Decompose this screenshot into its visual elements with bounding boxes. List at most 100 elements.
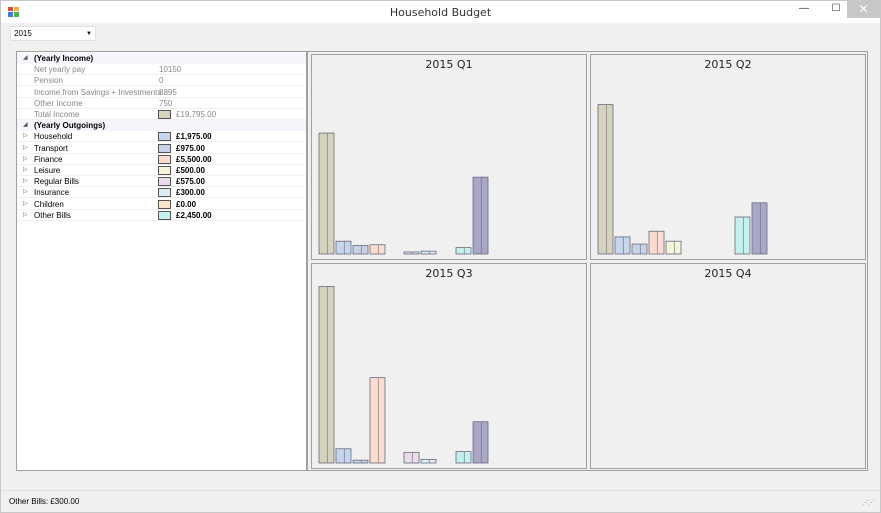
row-value: £1,975.00 (176, 132, 212, 142)
tree-row[interactable]: Net yearly pay 10150 (17, 64, 306, 76)
expand-icon[interactable]: ▷ (23, 155, 28, 162)
row-value: 8895 (159, 87, 177, 97)
bar-household[interactable] (614, 236, 631, 255)
bar-other_bills[interactable] (455, 451, 472, 464)
bar-income[interactable] (318, 132, 335, 255)
minimize-button[interactable]: — (791, 1, 817, 18)
row-value: £575.00 (176, 177, 205, 187)
expand-icon[interactable]: ▷ (23, 132, 28, 139)
close-button[interactable]: ✕ (847, 1, 880, 18)
row-name: Leisure (34, 166, 61, 175)
tree-row[interactable]: ▷ Finance £5,500.00 (17, 154, 306, 165)
row-value: £19,795.00 (176, 110, 217, 119)
bar-regular_bills[interactable] (403, 451, 420, 464)
chart-2: 2015 Q2 (590, 54, 866, 260)
row-value: £500.00 (176, 166, 205, 175)
client-area: 2015 ▼ ◢ (Yearly Income) Net yearly pay 101… (1, 23, 880, 490)
bar-outgoings_total[interactable] (751, 202, 768, 255)
bar-household[interactable] (335, 448, 352, 464)
charts-panel: 2015 Q1 2015 Q2 2015 Q3 2015 Q4 (307, 51, 868, 471)
tree-row[interactable]: ▷ Transport £975.00 (17, 143, 306, 154)
collapse-icon[interactable]: ◢ (23, 121, 28, 128)
bar-household[interactable] (335, 240, 352, 255)
color-swatch (158, 177, 171, 187)
tree-row[interactable]: ▷ Household £1,975.00 (17, 131, 306, 143)
bar-other_bills[interactable] (734, 216, 751, 255)
chevron-down-icon[interactable]: ▼ (86, 31, 92, 37)
row-value: 10150 (159, 65, 182, 75)
row-value: £300.00 (176, 188, 205, 198)
row-value: 750 (159, 98, 173, 108)
bar-outgoings_total[interactable] (472, 421, 489, 464)
expand-icon[interactable]: ▷ (23, 144, 28, 151)
color-swatch (158, 188, 171, 198)
chart-plot (318, 132, 489, 255)
row-name: Insurance (34, 188, 70, 198)
row-value: £2,450.00 (176, 210, 212, 220)
tree-row[interactable]: Total Income £19,795.00 (17, 109, 306, 120)
chart-4: 2015 Q4 (590, 263, 866, 469)
budget-tree: ◢ (Yearly Income) Net yearly pay 10150 Pensi… (16, 51, 307, 471)
tree-row[interactable]: ▷ Children £0.00 (17, 199, 306, 210)
expand-icon[interactable]: ▷ (23, 211, 28, 218)
row-name: Household (34, 132, 73, 142)
color-swatch (158, 143, 171, 153)
row-name: Transport (34, 143, 68, 153)
main-window: Household Budget — ☐ ✕ 2015 ▼ ◢ (Yearly I… (0, 0, 881, 513)
tree-row[interactable]: Other Income 750 (17, 98, 306, 109)
maximize-button[interactable]: ☐ (823, 1, 849, 18)
tree-row[interactable]: ▷ Other Bills £2,450.00 (17, 210, 306, 221)
tree-row[interactable]: ▷ Leisure £500.00 (17, 165, 306, 176)
category-label: (Yearly Outgoings) (34, 121, 106, 131)
color-swatch (158, 210, 171, 220)
row-name: Other Bills (34, 210, 71, 220)
status-bar: Other Bills: £300.00 ⋰⋰ (1, 490, 880, 512)
bar-transport[interactable] (352, 459, 369, 464)
expand-icon[interactable]: ▷ (23, 200, 28, 207)
bar-transport[interactable] (631, 243, 648, 255)
bar-finance[interactable] (648, 230, 665, 255)
title-bar[interactable]: Household Budget — ☐ ✕ (1, 1, 880, 23)
bar-leisure[interactable] (665, 240, 682, 255)
row-name: Net yearly pay (34, 65, 86, 75)
color-swatch (158, 132, 171, 142)
expand-icon[interactable]: ▷ (23, 166, 28, 173)
row-name: Pension (34, 76, 63, 86)
color-swatch (158, 154, 171, 164)
row-name: Finance (34, 154, 63, 164)
row-value: 0 (159, 76, 164, 86)
year-select[interactable]: 2015 ▼ (10, 26, 96, 41)
row-name: Other Income (34, 98, 83, 108)
tree-row[interactable]: Income from Savings + Investments 8895 (17, 87, 306, 98)
expand-icon[interactable]: ▷ (23, 177, 28, 184)
bar-transport[interactable] (352, 245, 369, 255)
category-label: (Yearly Income) (34, 54, 94, 63)
tree-row[interactable]: Pension 0 (17, 75, 306, 87)
resize-grip-icon[interactable]: ⋰⋰ (862, 499, 875, 507)
chart-plot (591, 264, 867, 470)
bar-income[interactable] (597, 104, 614, 255)
tree-category-outgoings[interactable]: ◢ (Yearly Outgoings) (17, 120, 306, 132)
row-name: Regular Bills (34, 177, 79, 187)
row-name: Children (34, 199, 64, 209)
color-swatch (158, 199, 171, 209)
color-swatch (158, 110, 171, 119)
row-value: £975.00 (176, 143, 205, 153)
bar-insurance[interactable] (420, 459, 437, 464)
tree-row[interactable]: ▷ Regular Bills £575.00 (17, 176, 306, 188)
bar-other_bills[interactable] (455, 247, 472, 255)
bar-insurance[interactable] (420, 250, 437, 255)
tree-category-income[interactable]: ◢ (Yearly Income) (17, 53, 306, 64)
chart-plot (597, 104, 768, 255)
chart-1: 2015 Q1 (311, 54, 587, 260)
row-name: Total Income (34, 110, 80, 119)
tree-row[interactable]: ▷ Insurance £300.00 (17, 187, 306, 199)
bar-finance[interactable] (369, 244, 386, 255)
year-select-value: 2015 (14, 29, 32, 38)
bar-outgoings_total[interactable] (472, 176, 489, 255)
bar-income[interactable] (318, 286, 335, 464)
bar-finance[interactable] (369, 377, 386, 464)
expand-icon[interactable]: ▷ (23, 188, 28, 195)
bar-regular_bills[interactable] (403, 251, 420, 255)
collapse-icon[interactable]: ◢ (23, 54, 28, 61)
